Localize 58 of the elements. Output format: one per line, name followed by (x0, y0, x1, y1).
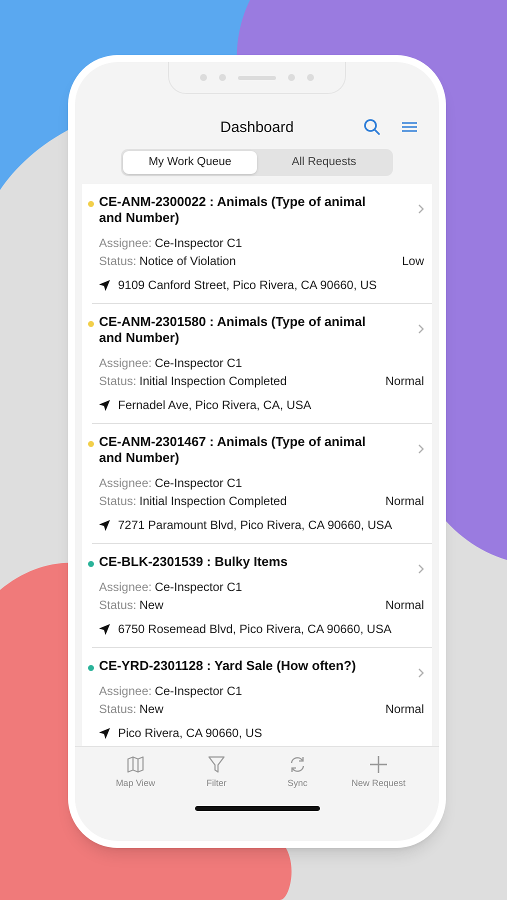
field-label: Status: (99, 598, 136, 613)
request-title: CE-YRD-2301128 : Yard Sale (How often?) (99, 658, 356, 674)
request-title: CE-BLK-2301539 : Bulky Items (99, 554, 288, 570)
field-label: Assignee: (99, 684, 152, 699)
status-value: Initial Inspection Completed (139, 374, 287, 389)
status-value: Initial Inspection Completed (139, 494, 287, 509)
request-title: CE-ANM-2300022 : Animals (Type of animal and Number) (99, 194, 367, 226)
priority-value: Normal (385, 702, 424, 717)
chevron-icon (418, 204, 424, 214)
priority-value: Normal (385, 374, 424, 389)
location-arrow-icon (99, 280, 110, 291)
field-label: Assignee: (99, 580, 152, 595)
assignee-value: Ce-Inspector C1 (154, 684, 242, 699)
chevron-icon (418, 444, 424, 454)
chevron-icon (418, 564, 424, 574)
field-label: Assignee: (99, 356, 152, 371)
screen-title: Dashboard (220, 118, 294, 138)
priority-value: Normal (385, 598, 424, 613)
menu-icon[interactable] (402, 121, 417, 133)
request-row[interactable]: CE-BLK-2301539 : Bulky Items Assignee: Ce-Inspector C1 Status: New Normal 6750 Rosemead Blvd, Pico Rivera, CA 90660, USA (92, 544, 432, 648)
search-icon[interactable] (363, 118, 381, 136)
status-value: Notice of Violation (139, 254, 236, 269)
priority-value: Low (402, 254, 424, 269)
request-row[interactable]: CE-ANM-2300022 : Animals (Type of animal and Number) Assignee: Ce-Inspector C1 Status: Notice of Violation Low 9109 Canford Street, Pico Rivera, CA 90660, US (92, 184, 432, 304)
funnel-icon (207, 755, 226, 774)
field-label: Assignee: (99, 236, 152, 251)
address-text: Fernadel Ave, Pico Rivera, CA, USA (118, 398, 312, 413)
status-value: New (139, 702, 164, 717)
segment-tab[interactable]: My Work Queue (123, 151, 257, 174)
assignee-value: Ce-Inspector C1 (154, 236, 242, 251)
assignee-value: Ce-Inspector C1 (154, 356, 242, 371)
address-text: 9109 Canford Street, Pico Rivera, CA 90660, US (118, 278, 377, 293)
status-value: New (139, 598, 164, 613)
location-arrow-icon (99, 520, 110, 531)
request-title: CE-ANM-2301467 : Animals (Type of animal and Number) (99, 434, 367, 466)
request-row[interactable]: CE-ANM-2301467 : Animals (Type of animal and Number) Assignee: Ce-Inspector C1 Status: Initial Inspection Completed Normal 7271 Paramount Blvd, Pico Rivera, CA 90660, USA (92, 424, 432, 544)
field-label: Assignee: (99, 476, 152, 491)
map-icon (126, 755, 145, 774)
address-text: 6750 Rosemead Blvd, Pico Rivera, CA 90660, USA (118, 622, 392, 637)
assignee-value: Ce-Inspector C1 (154, 476, 242, 491)
field-label: Status: (99, 254, 136, 269)
plus-icon (369, 755, 388, 774)
address-text: 7271 Paramount Blvd, Pico Rivera, CA 90660, USA (118, 518, 392, 533)
location-arrow-icon (99, 400, 110, 411)
field-label: Status: (99, 374, 136, 389)
location-arrow-icon (99, 624, 110, 635)
sync-icon (288, 755, 307, 774)
address-text: Pico Rivera, CA 90660, US (118, 726, 262, 741)
priority-value: Normal (385, 494, 424, 509)
segment-tab[interactable]: All Requests (257, 151, 391, 174)
request-row[interactable]: CE-ANM-2301580 : Animals (Type of animal and Number) Assignee: Ce-Inspector C1 Status: Initial Inspection Completed Normal Fernadel Ave, Pico Rivera, CA, USA (92, 304, 432, 424)
chevron-icon (418, 668, 424, 678)
field-label: Status: (99, 702, 136, 717)
chevron-icon (418, 324, 424, 334)
request-title: CE-ANM-2301580 : Animals (Type of animal and Number) (99, 314, 367, 346)
location-arrow-icon (99, 728, 110, 739)
assignee-value: Ce-Inspector C1 (154, 580, 242, 595)
field-label: Status: (99, 494, 136, 509)
